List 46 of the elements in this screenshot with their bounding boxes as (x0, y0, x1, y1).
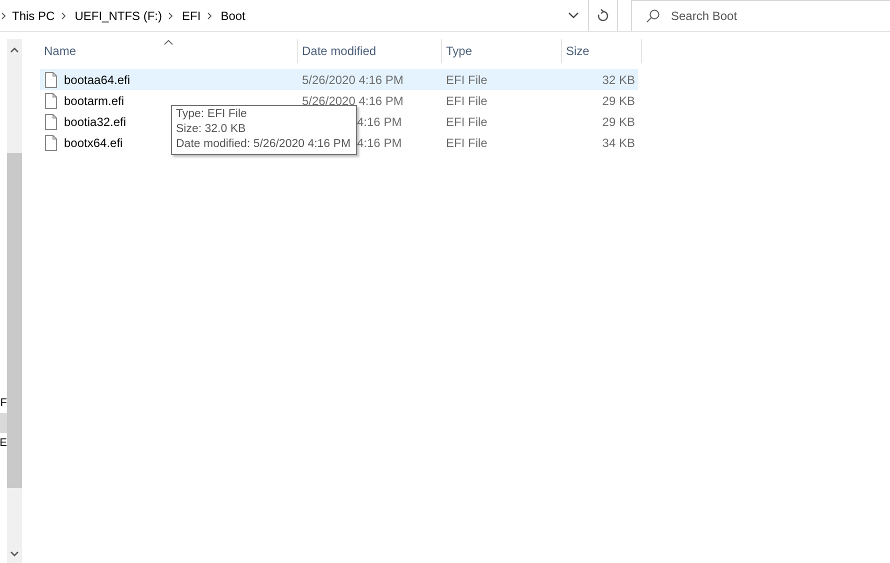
breadcrumb-item[interactable]: This PC (12, 8, 55, 22)
refresh-icon (596, 8, 610, 22)
tooltip-text: Date modified: 5/26/2020 4:16 PM (176, 137, 351, 152)
breadcrumb-item[interactable]: Boot (220, 8, 246, 22)
size-cell: 29 KB (602, 114, 635, 128)
sort-ascending-icon (164, 40, 173, 45)
type-cell: EFI File (446, 94, 488, 108)
file-icon (45, 114, 57, 130)
file-name: bootia32.efi (64, 114, 126, 128)
type-cell: EFI File (446, 136, 488, 150)
chevron-right-icon[interactable] (168, 12, 174, 20)
chevron-right-icon[interactable] (60, 12, 66, 20)
date-cell: 5/26/2020 4:16 PM (302, 94, 404, 108)
nav-item[interactable]: E (0, 433, 7, 453)
file-name: bootarm.efi (64, 94, 124, 108)
file-name: bootaa64.efi (64, 72, 130, 86)
size-cell: 34 KB (602, 136, 635, 150)
type-cell: EFI File (446, 114, 488, 128)
breadcrumb-item[interactable]: UEFI_NTFS (F:) (74, 8, 162, 22)
file-icon (45, 92, 57, 108)
column-header[interactable]: Date modified (298, 39, 442, 63)
tooltip-text: Size: 32.0 KB (176, 122, 247, 137)
chevron-right-icon (1, 12, 6, 20)
breadcrumb-item[interactable]: EFI (182, 8, 201, 22)
tooltip-text: Type: EFI File (176, 107, 248, 122)
column-header[interactable]: Size (562, 39, 642, 63)
size-cell: 29 KB (602, 94, 635, 108)
search-icon (646, 9, 660, 23)
file-name: bootx64.efi (64, 136, 123, 150)
scrollbar[interactable] (7, 39, 22, 563)
file-icon (45, 134, 57, 150)
file-icon (45, 72, 57, 88)
size-cell: 32 KB (602, 72, 635, 86)
date-cell: 5/26/2020 4:16 PM (302, 72, 404, 86)
scroll-up-icon[interactable] (10, 47, 19, 53)
chevron-right-icon[interactable] (206, 12, 212, 20)
dropdown-icon[interactable] (568, 12, 579, 19)
column-header[interactable]: Name (40, 39, 298, 63)
date-cell: 4:16 PM (357, 136, 402, 150)
column-header[interactable]: Type (442, 39, 562, 63)
date-cell: 4:16 PM (357, 114, 402, 128)
type-cell: EFI File (446, 72, 488, 86)
file-row[interactable]: bootaa64.efi 5/26/2020 4:16 PM EFI File 32 KB (40, 69, 638, 90)
scroll-down-icon[interactable] (10, 551, 19, 557)
nav-item[interactable]: F (0, 393, 7, 413)
scrollbar-thumb[interactable] (7, 153, 22, 488)
